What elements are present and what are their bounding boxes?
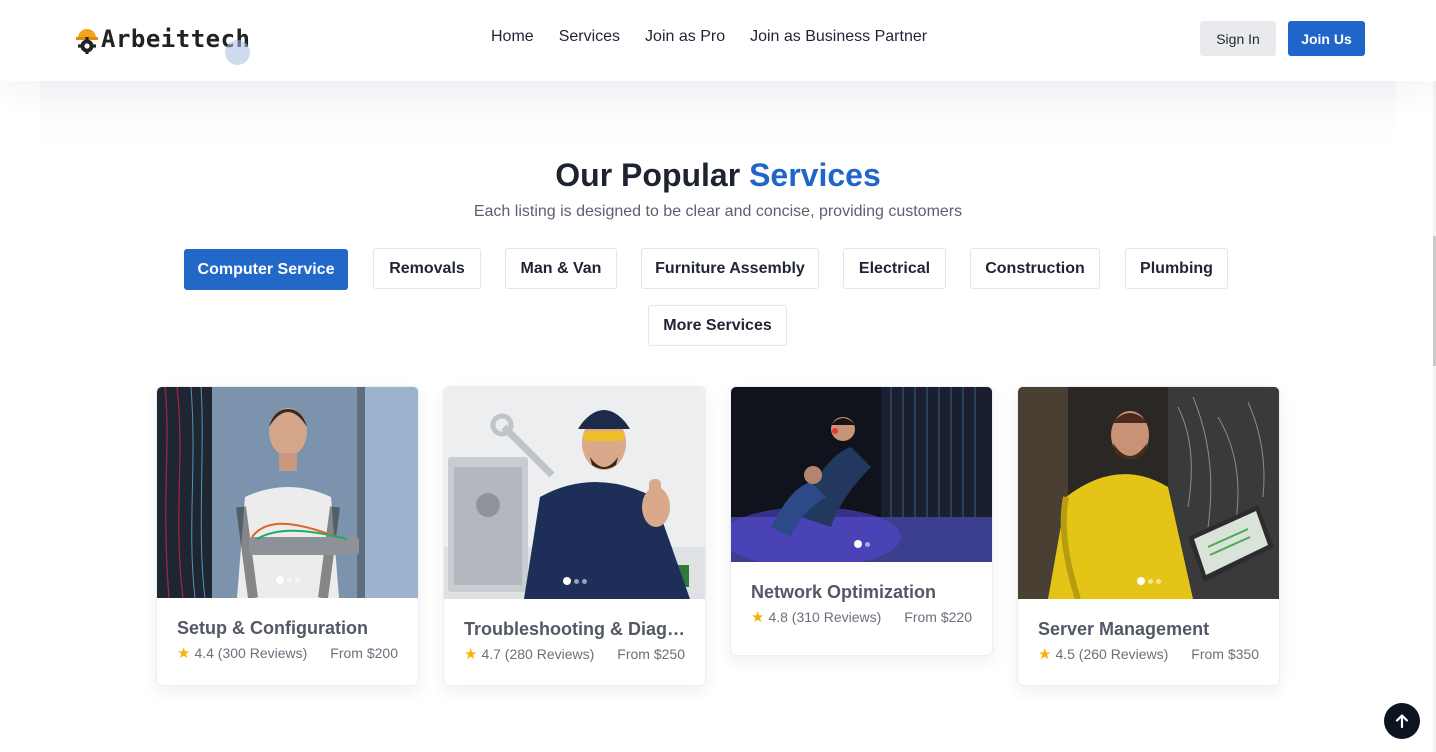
- service-card-price: From $250: [617, 646, 685, 662]
- carousel-dots[interactable]: [275, 576, 300, 584]
- site-header: Arbeittech Home Services Join as Pro Joi…: [0, 0, 1436, 81]
- carousel-dots[interactable]: [1136, 577, 1161, 585]
- service-card[interactable]: Troubleshooting & Diagnostics ★ 4.7 (280…: [443, 386, 706, 686]
- tab-removals[interactable]: Removals: [373, 248, 481, 289]
- service-card-title: Network Optimization: [751, 582, 937, 602]
- service-card-price: From $200: [330, 645, 398, 661]
- section-subtitle: Each listing is designed to be clear and…: [473, 203, 963, 220]
- service-card-image[interactable]: [157, 387, 418, 598]
- service-card[interactable]: Setup & Configuration ★ 4.4 (300 Reviews…: [156, 386, 419, 686]
- tab-man-and-van[interactable]: Man & Van: [505, 248, 617, 289]
- service-card-title: Server Management: [1038, 619, 1210, 639]
- cursor-highlight: [225, 40, 250, 65]
- star-icon: ★: [1038, 645, 1052, 663]
- section-title-accent: Services: [749, 157, 881, 193]
- nav-join-as-pro[interactable]: Join as Pro: [645, 28, 725, 46]
- tab-computer-service[interactable]: Computer Service: [184, 249, 348, 290]
- service-card-title: Setup & Configuration: [177, 618, 368, 638]
- star-icon: ★: [751, 608, 765, 626]
- service-card-rating: ★ 4.8 (310 Reviews): [751, 609, 881, 625]
- main-nav: Home Services Join as Pro Join as Busine…: [491, 28, 927, 46]
- tab-construction[interactable]: Construction: [970, 248, 1100, 289]
- back-to-top-button[interactable]: [1384, 703, 1420, 739]
- service-card-rating: ★ 4.5 (260 Reviews): [1038, 646, 1168, 662]
- nav-services[interactable]: Services: [559, 28, 620, 46]
- tab-more-services[interactable]: More Services: [648, 305, 787, 346]
- carousel-dots[interactable]: [562, 577, 587, 585]
- section-title-main: Our Popular: [555, 157, 741, 193]
- arrow-up-icon: [1395, 714, 1409, 729]
- service-card[interactable]: Network Optimization ★ 4.8 (310 Reviews)…: [730, 386, 993, 656]
- sign-in-button[interactable]: Sign In: [1200, 21, 1276, 56]
- rating-text: 4.5 (260 Reviews): [1055, 646, 1169, 662]
- service-card[interactable]: Server Management ★ 4.5 (260 Reviews) Fr…: [1017, 386, 1280, 686]
- service-card-image[interactable]: [444, 387, 705, 599]
- service-card-rating: ★ 4.7 (280 Reviews): [464, 646, 594, 662]
- service-card-price: From $220: [904, 609, 972, 625]
- gear-hardhat-icon: [74, 24, 100, 55]
- star-icon: ★: [177, 644, 191, 662]
- service-card-title: Troubleshooting & Diagnostics: [464, 619, 685, 639]
- tab-electrical[interactable]: Electrical: [843, 248, 946, 289]
- section-divider-band: [40, 81, 1396, 147]
- section-title: Our Popular Services: [0, 157, 1436, 194]
- carousel-dots[interactable]: [853, 540, 870, 548]
- nav-join-as-business-partner[interactable]: Join as Business Partner: [750, 28, 927, 46]
- service-card-image[interactable]: [1018, 387, 1279, 599]
- join-us-button[interactable]: Join Us: [1288, 21, 1365, 56]
- rating-text: 4.4 (300 Reviews): [194, 645, 308, 661]
- tab-furniture-assembly[interactable]: Furniture Assembly: [641, 248, 819, 289]
- rating-text: 4.8 (310 Reviews): [768, 609, 882, 625]
- rating-text: 4.7 (280 Reviews): [481, 646, 595, 662]
- service-card-image[interactable]: [731, 387, 992, 562]
- nav-home[interactable]: Home: [491, 28, 534, 46]
- service-card-rating: ★ 4.4 (300 Reviews): [177, 645, 307, 661]
- service-card-price: From $350: [1191, 646, 1259, 662]
- star-icon: ★: [464, 645, 478, 663]
- tab-plumbing[interactable]: Plumbing: [1125, 248, 1228, 289]
